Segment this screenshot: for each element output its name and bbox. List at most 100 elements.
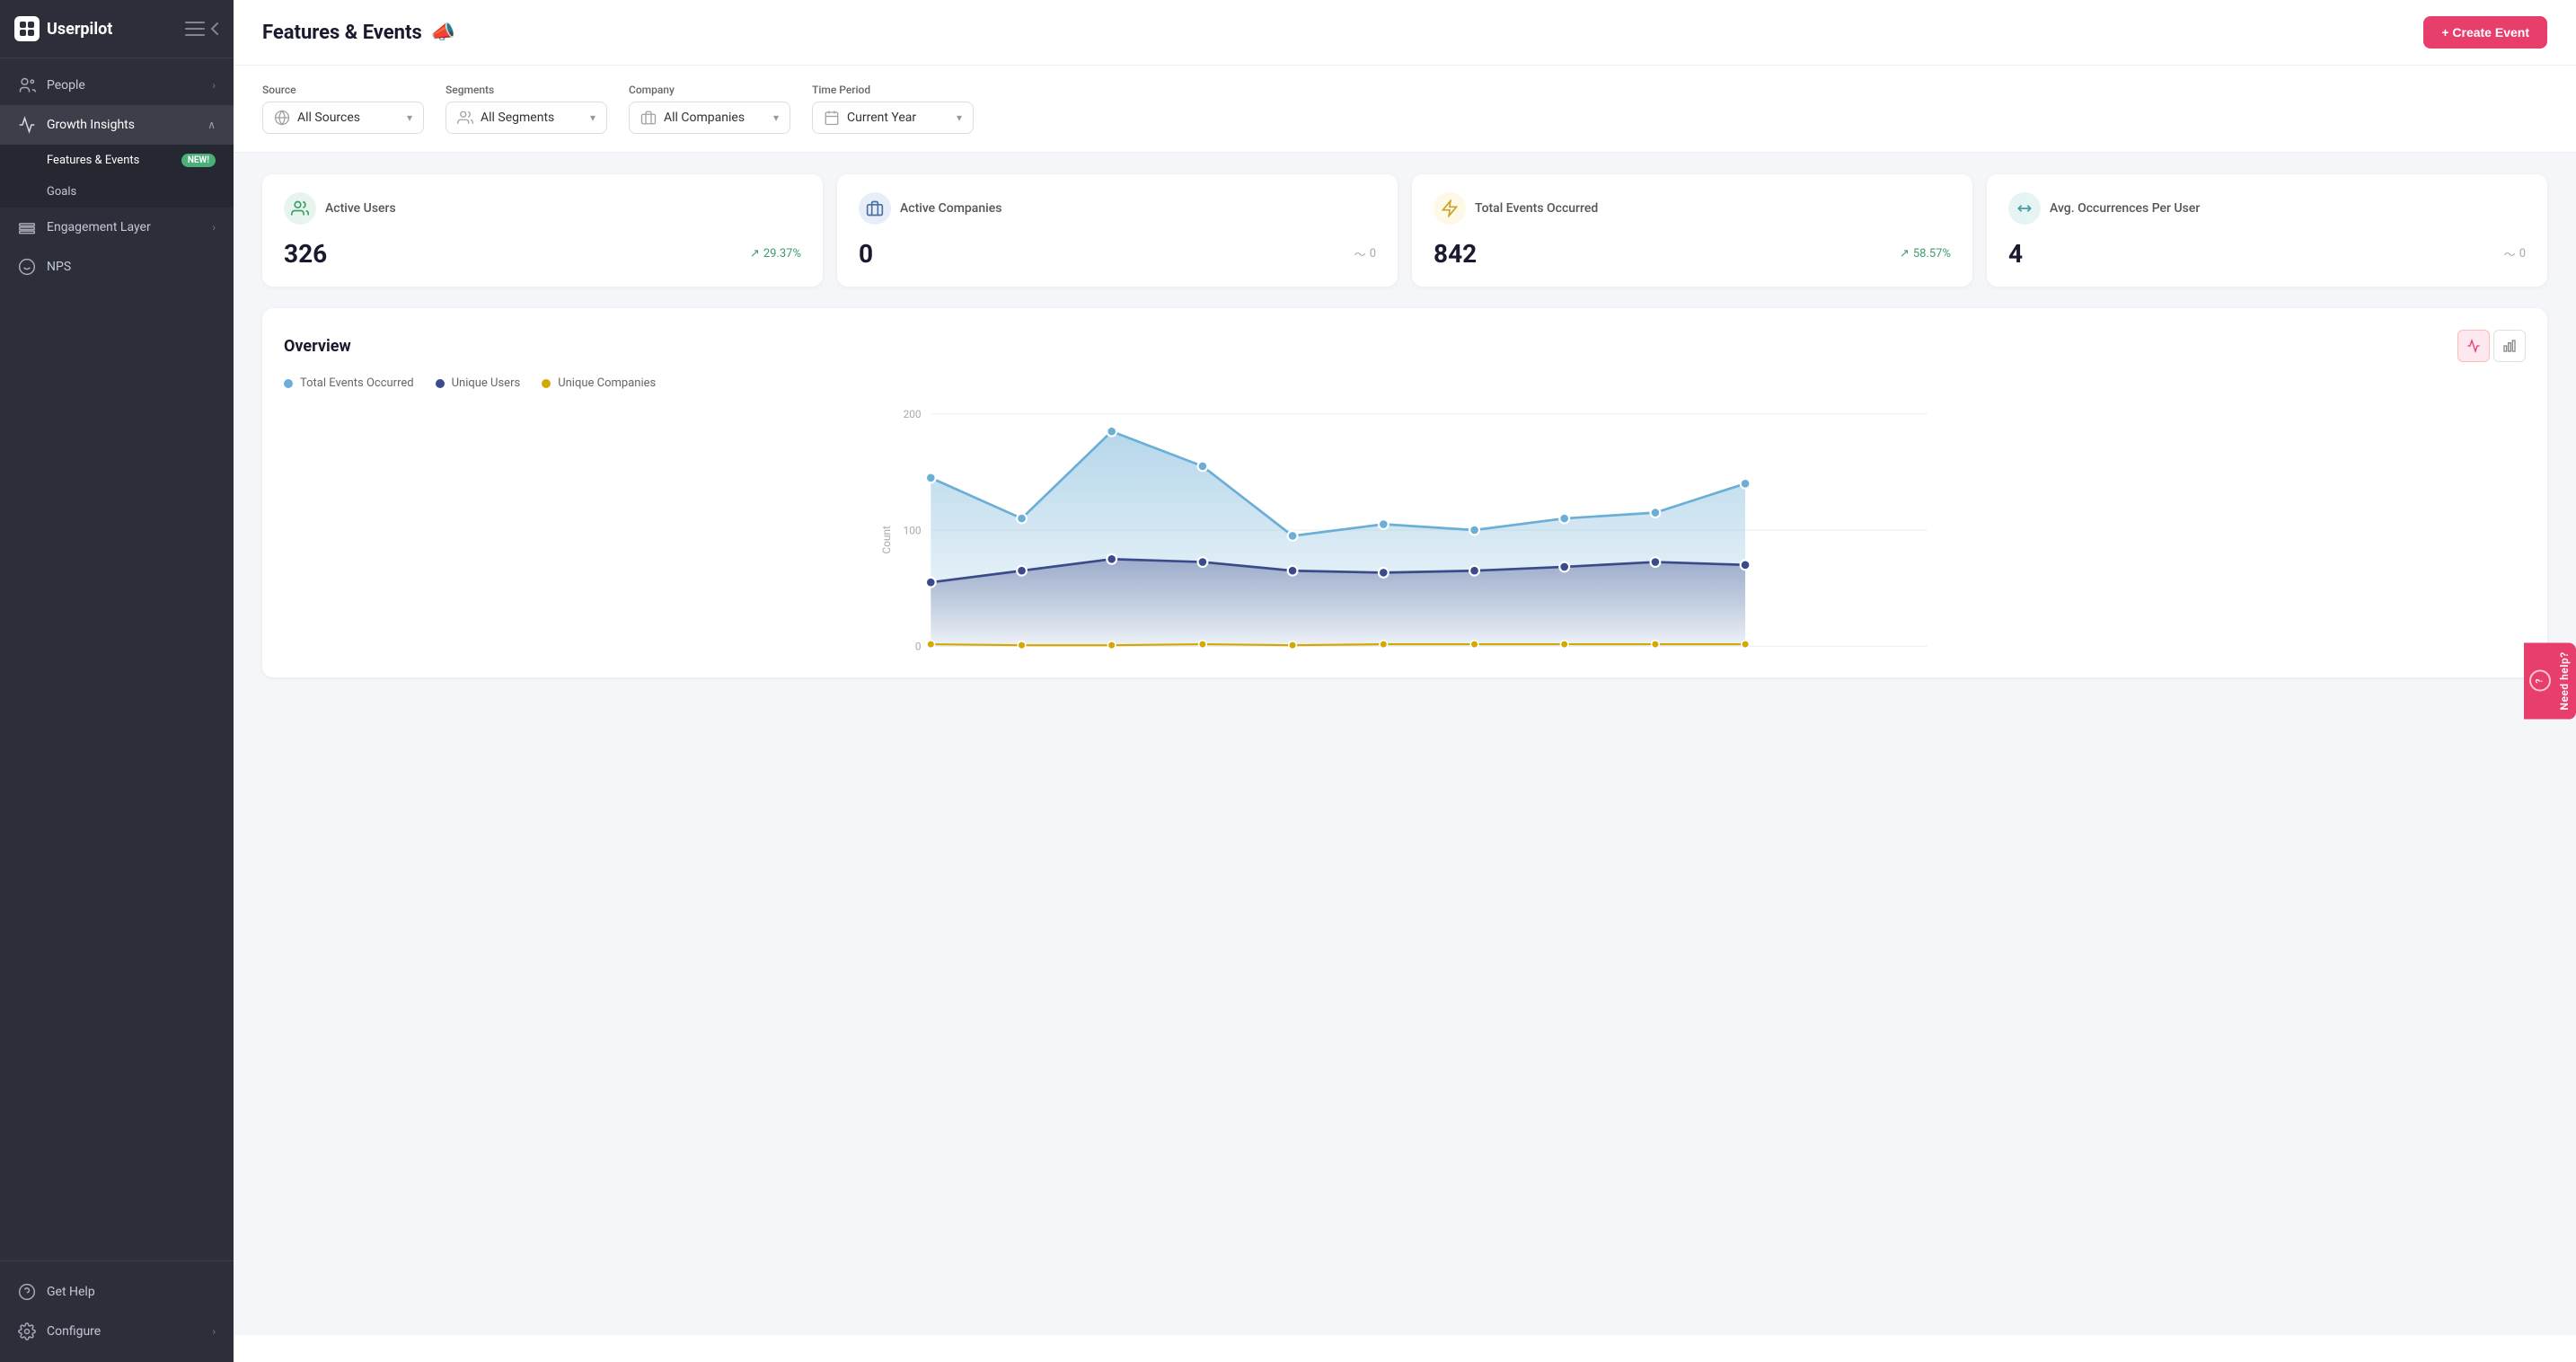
sidebar-item-configure-label: Configure <box>47 1324 101 1339</box>
time-period-filter-select[interactable]: Current Year ▾ <box>812 102 974 134</box>
active-companies-trend-icon: 〜 <box>1354 245 1366 262</box>
total-events-trend-icon: ↗ <box>1900 247 1910 261</box>
legend-item-total-events: Total Events Occurred <box>284 376 414 390</box>
svg-text:Count: Count <box>880 526 893 553</box>
sidebar-collapse-button[interactable] <box>185 22 219 36</box>
company-filter-icon <box>640 110 657 126</box>
active-users-icon <box>284 192 316 225</box>
page-header: Features & Events 📣 + Create Event <box>234 0 2576 66</box>
segments-filter-value: All Segments <box>481 111 554 125</box>
active-users-label: Active Users <box>325 201 396 216</box>
overview-title: Overview <box>284 337 351 356</box>
help-circle-icon: ? <box>2529 670 2551 692</box>
stat-card-active-companies: Active Companies 0 〜 0 <box>837 174 1398 287</box>
stat-card-total-events: Total Events Occurred 842 ↗ 58.57% <box>1412 174 1972 287</box>
chart-legend: Total Events Occurred Unique Users Uniqu… <box>284 376 2526 390</box>
line-chart-icon <box>2466 339 2481 353</box>
filters-row: Source All Sources ▾ Segments All Segmen… <box>234 66 2576 153</box>
total-events-icon <box>1434 192 1466 225</box>
legend-dot-unique-users <box>436 379 445 388</box>
active-users-change: ↗ 29.37% <box>750 247 801 261</box>
growth-chevron-icon: ∧ <box>207 119 216 131</box>
sidebar-item-engagement-layer[interactable]: Engagement Layer › <box>0 208 234 247</box>
legend-dot-unique-companies <box>542 379 551 388</box>
source-filter-group: Source All Sources ▾ <box>262 84 424 134</box>
segments-dropdown-arrow-icon: ▾ <box>590 111 595 124</box>
main-content: Features & Events 📣 + Create Event Sourc… <box>234 0 2576 1362</box>
svg-text:100: 100 <box>904 524 922 536</box>
app-logo: Userpilot <box>14 16 112 41</box>
sidebar-item-goals[interactable]: Goals <box>0 176 234 208</box>
svg-text:Jan 01: Jan 01 <box>914 654 947 656</box>
sidebar-item-people[interactable]: People › <box>0 66 234 105</box>
total-events-label: Total Events Occurred <box>1475 201 1598 216</box>
sidebar-header: Userpilot <box>0 0 234 58</box>
segments-filter-select[interactable]: All Segments ▾ <box>446 102 607 134</box>
chart-toggle <box>2457 330 2526 362</box>
sidebar-item-configure[interactable]: Configure › <box>0 1312 234 1351</box>
svg-text:Sep 01: Sep 01 <box>1639 654 1672 656</box>
legend-item-unique-companies: Unique Companies <box>542 376 656 390</box>
growth-insights-subnav: Features & Events NEW! Goals <box>0 145 234 208</box>
company-filter-select[interactable]: All Companies ▾ <box>629 102 790 134</box>
segments-filter-label: Segments <box>446 84 607 96</box>
time-period-filter-icon <box>824 110 840 126</box>
svg-text:200: 200 <box>904 408 922 420</box>
sidebar-item-growth-insights[interactable]: Growth Insights ∧ <box>0 105 234 145</box>
active-companies-label: Active Companies <box>900 201 1001 216</box>
svg-text:Jul 01: Jul 01 <box>1460 654 1488 656</box>
need-help-label: Need help? <box>2558 651 2571 710</box>
features-events-label: Features & Events <box>47 154 139 167</box>
svg-text:May 01: May 01 <box>1275 654 1310 656</box>
svg-text:Aug 01: Aug 01 <box>1548 654 1581 656</box>
source-filter-value: All Sources <box>297 111 360 125</box>
svg-text:Nov 01: Nov 01 <box>1820 654 1853 656</box>
active-companies-change: 〜 0 <box>1354 245 1376 262</box>
avg-occurrences-label: Avg. Occurrences Per User <box>2050 201 2200 216</box>
svg-text:Mar 01: Mar 01 <box>1095 654 1128 656</box>
sidebar-item-features-events[interactable]: Features & Events NEW! <box>0 145 234 176</box>
company-dropdown-arrow-icon: ▾ <box>773 111 779 124</box>
svg-text:Oct 01: Oct 01 <box>1730 654 1760 656</box>
overview-card: Overview Total Events Occurred <box>262 308 2547 677</box>
total-events-change: ↗ 58.57% <box>1900 247 1951 261</box>
sidebar-item-nps[interactable]: NPS <box>0 247 234 287</box>
sidebar-item-nps-label: NPS <box>47 260 71 274</box>
time-period-filter-label: Time Period <box>812 84 974 96</box>
source-filter-label: Source <box>262 84 424 96</box>
avg-occurrences-change: 〜 0 <box>2504 245 2526 262</box>
svg-text:Dec 01: Dec 01 <box>1910 654 1943 656</box>
company-filter-label: Company <box>629 84 790 96</box>
svg-text:0: 0 <box>915 641 922 653</box>
source-filter-select[interactable]: All Sources ▾ <box>262 102 424 134</box>
total-events-value: 842 <box>1434 239 1477 269</box>
time-period-filter-group: Time Period Current Year ▾ <box>812 84 974 134</box>
legend-dot-total-events <box>284 379 293 388</box>
sidebar-item-get-help[interactable]: Get Help <box>0 1272 234 1312</box>
active-users-trend-icon: ↗ <box>750 247 760 261</box>
legend-label-total-events: Total Events Occurred <box>300 376 414 390</box>
active-users-value: 326 <box>284 239 327 269</box>
time-period-filter-value: Current Year <box>847 111 916 125</box>
stat-card-avg-occurrences: Avg. Occurrences Per User 4 〜 0 <box>1987 174 2547 287</box>
people-chevron-icon: › <box>212 79 216 92</box>
sidebar-item-get-help-label: Get Help <box>47 1285 95 1299</box>
company-filter-group: Company All Companies ▾ <box>629 84 790 134</box>
create-event-button[interactable]: + Create Event <box>2423 16 2547 49</box>
source-dropdown-arrow-icon: ▾ <box>407 111 412 124</box>
line-chart-toggle-button[interactable] <box>2457 330 2490 362</box>
need-help-button[interactable]: Need help? ? <box>2524 642 2576 719</box>
goals-label: Goals <box>47 185 76 199</box>
bar-chart-toggle-button[interactable] <box>2493 330 2526 362</box>
new-badge: NEW! <box>181 154 216 167</box>
stats-row: Active Users 326 ↗ 29.37% Active Compani… <box>262 174 2547 287</box>
sidebar-item-people-label: People <box>47 78 85 93</box>
segments-filter-icon <box>457 110 473 126</box>
time-period-dropdown-arrow-icon: ▾ <box>957 111 962 124</box>
sidebar-footer: Get Help Configure › <box>0 1260 234 1362</box>
bar-chart-icon <box>2502 339 2517 353</box>
avg-occurrences-trend-icon: 〜 <box>2504 245 2516 262</box>
help-tab-container: Need help? ? <box>2524 642 2576 719</box>
avg-occurrences-icon <box>2008 192 2041 225</box>
source-filter-icon <box>274 110 290 126</box>
